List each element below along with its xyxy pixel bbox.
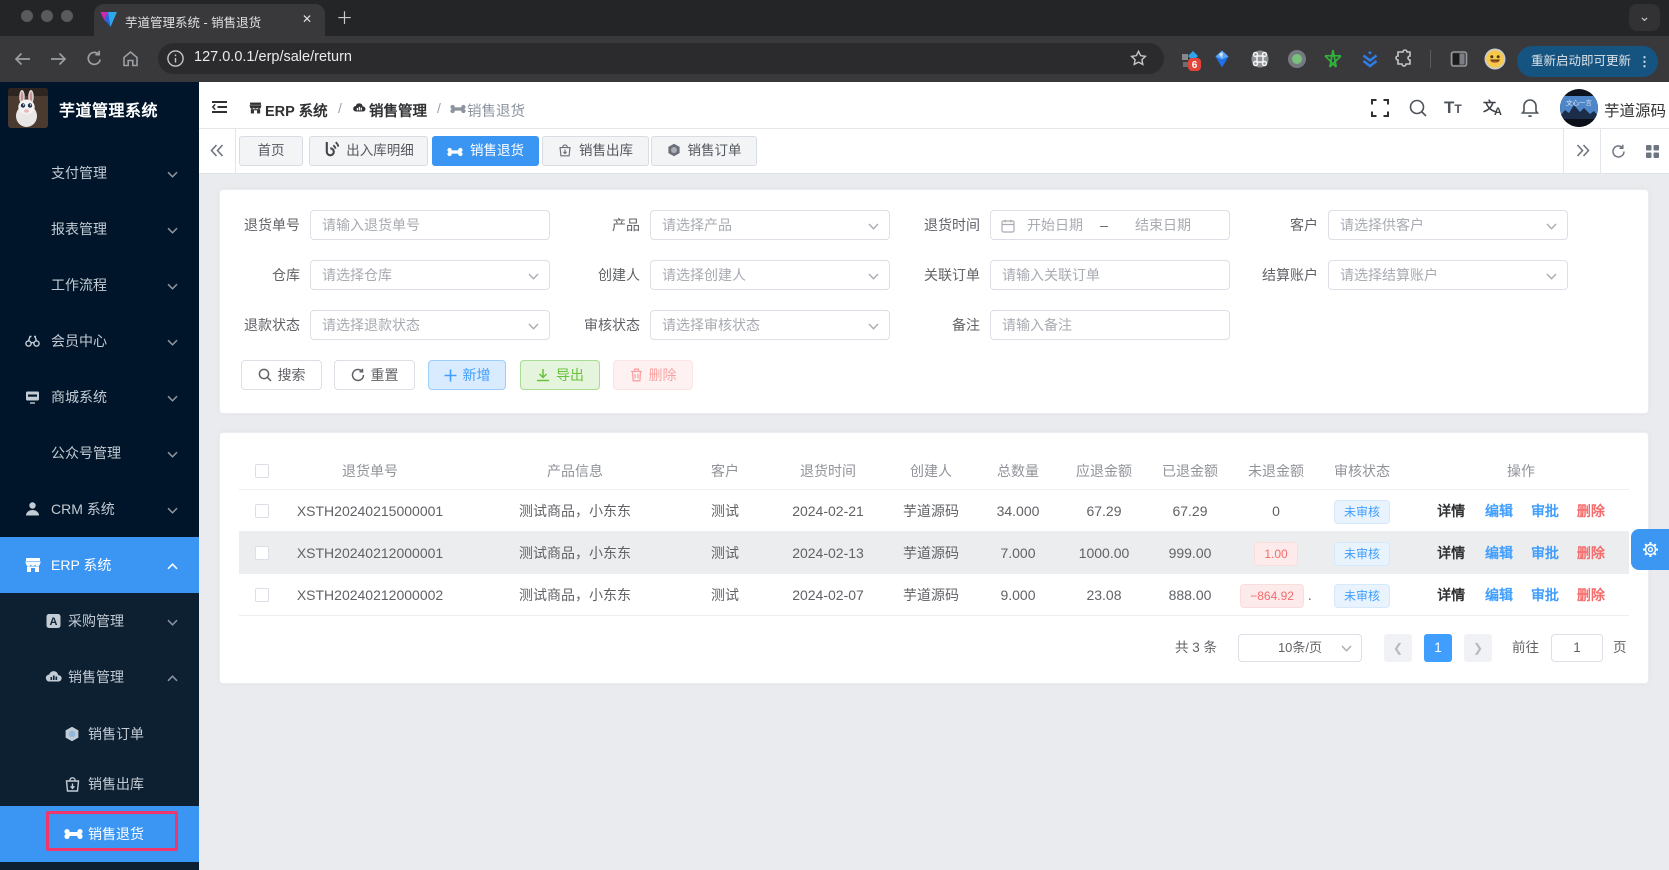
svg-text:文心一言: 文心一言: [1566, 98, 1593, 107]
svg-text:6: 6: [1192, 60, 1198, 71]
svg-text:A: A: [50, 616, 58, 628]
